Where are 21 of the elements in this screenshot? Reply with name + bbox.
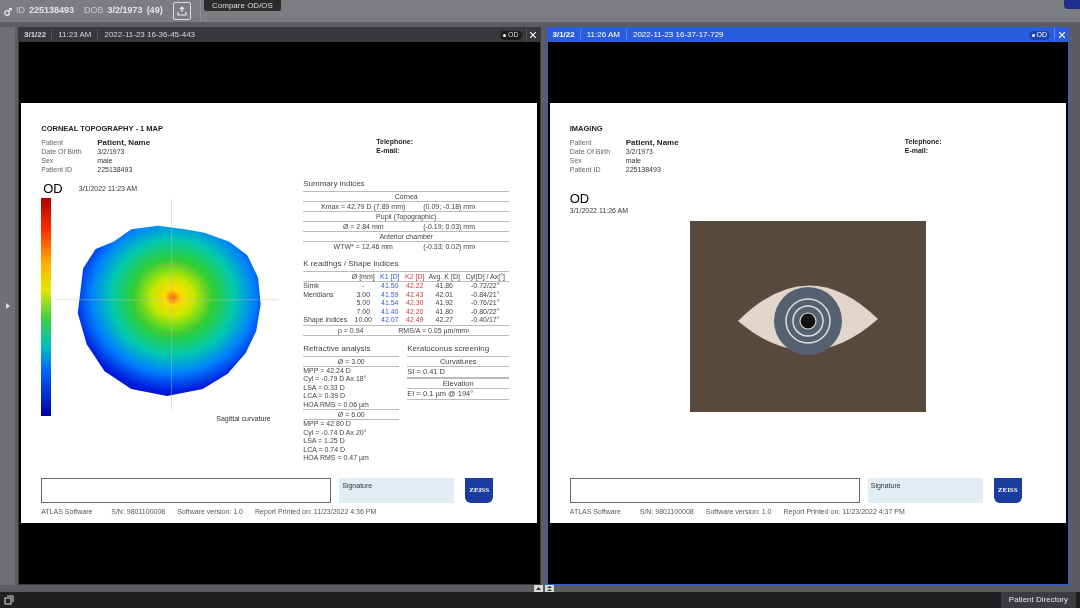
panel-time: 11:26 AM (580, 29, 627, 41)
dob-label: DOB (84, 4, 104, 18)
section-title: Summary indices (303, 178, 366, 191)
patient-id: 225138493 (29, 4, 75, 18)
patient-directory-button[interactable]: Patient Directory (1000, 592, 1076, 608)
panel-time: 11:23 AM (52, 29, 99, 41)
date-of-birth: 3/2/1973 (107, 4, 143, 18)
section-title: K readings / Shape indices (303, 258, 400, 271)
section-title: Keratoconus screening (407, 342, 491, 355)
panel-timestamp: 2022-11-23 16-37-17-729 (631, 29, 725, 41)
field-value: Patient, Name (97, 138, 151, 148)
eye-label: OD (569, 192, 591, 206)
tooltip: Compare OD/OS (204, 0, 281, 11)
eye-label: OD (43, 182, 63, 196)
section-title: Refractive analysis (303, 342, 372, 355)
panel-timestamp: 2022-11-23 16-36-45-443 (103, 29, 197, 41)
panel-date: 3/1/22 (547, 29, 581, 41)
id-label: ID (16, 4, 25, 18)
patient-age: (49) (146, 4, 163, 18)
field-value: Patient, Name (625, 138, 679, 148)
panel-date: 3/1/22 (19, 29, 53, 41)
